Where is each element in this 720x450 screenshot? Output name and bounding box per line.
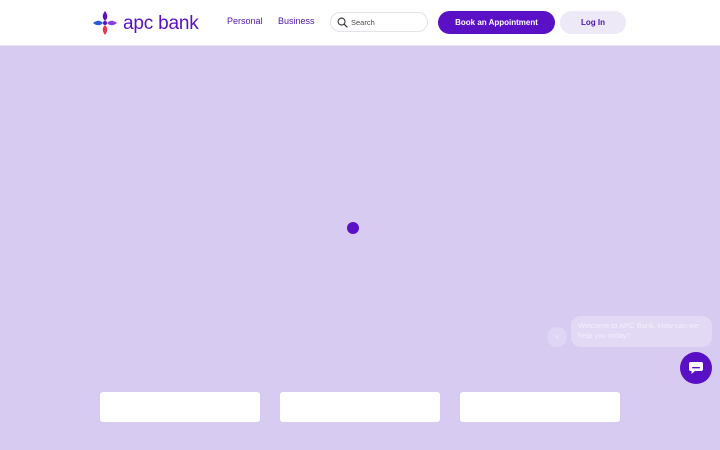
site-header: apc bank Personal Business Book an Appoi… <box>0 0 720 46</box>
chat-welcome-message: Welcome to APC Bank. How can we help you… <box>578 321 699 340</box>
login-button[interactable]: Log In <box>560 11 626 34</box>
search-icon <box>337 17 348 28</box>
nav-personal[interactable]: Personal <box>227 16 263 26</box>
chat-icon <box>689 362 703 374</box>
content-card[interactable] <box>460 392 620 422</box>
book-appointment-button[interactable]: Book an Appointment <box>438 11 555 34</box>
content-card[interactable] <box>100 392 260 422</box>
chat-welcome-bubble[interactable]: Welcome to APC Bank. How can we help you… <box>571 316 712 347</box>
loading-indicator <box>347 222 359 234</box>
hero-area <box>0 46 720 450</box>
close-icon: × <box>554 332 560 342</box>
search-input[interactable] <box>351 15 425 29</box>
content-card[interactable] <box>280 392 440 422</box>
logo-mark-icon <box>93 11 117 35</box>
chat-close-button[interactable]: × <box>547 327 567 347</box>
logo-text: apc bank <box>123 12 199 34</box>
logo[interactable]: apc bank <box>92 9 199 37</box>
search-box[interactable] <box>330 12 428 32</box>
chat-launcher-button[interactable] <box>680 352 712 384</box>
nav-business[interactable]: Business <box>278 16 315 26</box>
